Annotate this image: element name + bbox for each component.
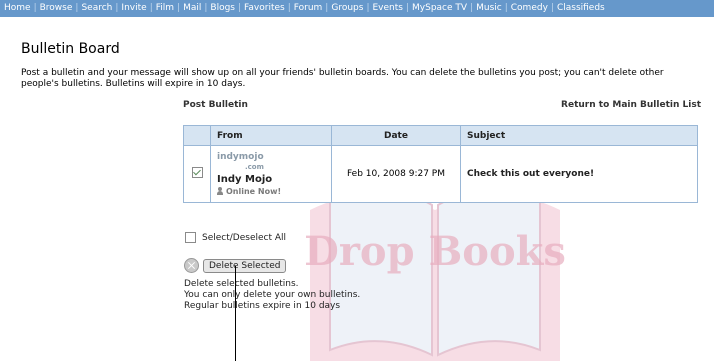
help-line-3: Regular bulletins expire in 10 days bbox=[184, 301, 341, 311]
help-line-1: Delete selected bulletins. bbox=[184, 279, 299, 289]
from-cell: indymojo .com Indy Mojo Online Now! bbox=[210, 145, 332, 203]
table-row: indymojo .com Indy Mojo Online Now! Feb … bbox=[183, 145, 698, 203]
nav-item-groups[interactable]: Groups bbox=[331, 3, 363, 13]
return-to-list-link[interactable]: Return to Main Bulletin List bbox=[561, 100, 701, 110]
sender-name[interactable]: Indy Mojo bbox=[217, 174, 325, 185]
nav-item-favorites[interactable]: Favorites bbox=[244, 3, 285, 13]
nav-item-classifieds[interactable]: Classifieds bbox=[557, 3, 605, 13]
nav-separator: | bbox=[287, 3, 291, 13]
subject-cell: Check this out everyone! bbox=[460, 145, 698, 203]
intro-text: Post a bulletin and your message will sh… bbox=[21, 68, 664, 89]
nav-separator: | bbox=[405, 3, 410, 13]
top-nav: Home | Browse | Search | Invite | Film | Mail | Blog… bbox=[0, 0, 714, 17]
delete-icon bbox=[184, 258, 199, 273]
nav-separator: | bbox=[470, 3, 474, 13]
select-all-checkbox[interactable] bbox=[185, 232, 196, 243]
nav-item-browse[interactable]: Browse bbox=[40, 3, 73, 13]
nav-item-home[interactable]: Home bbox=[4, 3, 31, 13]
header-from: From bbox=[210, 125, 332, 146]
bulletin-table: From Date Subject indymojo .com Indy Moj… bbox=[183, 125, 698, 203]
nav-item-music[interactable]: Music bbox=[476, 3, 502, 13]
nav-separator: | bbox=[238, 3, 242, 13]
sender-logo-text: indymojo bbox=[217, 152, 264, 162]
person-icon bbox=[217, 187, 223, 195]
nav-item-search[interactable]: Search bbox=[81, 3, 112, 13]
nav-item-myspace-tv[interactable]: MySpace TV bbox=[412, 3, 467, 13]
nav-separator: | bbox=[325, 3, 329, 13]
nav-separator: | bbox=[149, 3, 153, 13]
main-content: Bulletin Board Post a bulletin and your … bbox=[0, 17, 714, 361]
nav-item-invite[interactable]: Invite bbox=[121, 3, 146, 13]
header-select-cell bbox=[183, 125, 211, 146]
online-status-text: Online Now! bbox=[226, 187, 282, 196]
row-select-cell bbox=[183, 145, 211, 203]
sender-logo-suffix: .com bbox=[245, 163, 264, 171]
top-nav-links: Home | Browse | Search | Invite | Film | Mail | Blog… bbox=[0, 0, 714, 17]
nav-item-blogs[interactable]: Blogs bbox=[210, 3, 235, 13]
header-date: Date bbox=[331, 125, 461, 146]
nav-item-events[interactable]: Events bbox=[372, 3, 402, 13]
nav-separator: | bbox=[504, 3, 508, 13]
nav-item-comedy[interactable]: Comedy bbox=[511, 3, 548, 13]
sender-logo[interactable]: indymojo .com bbox=[217, 152, 325, 172]
header-subject: Subject bbox=[460, 125, 698, 146]
select-all-label: Select/Deselect All bbox=[202, 232, 287, 243]
nav-item-forum[interactable]: Forum bbox=[294, 3, 323, 13]
page-title: Bulletin Board bbox=[21, 41, 120, 57]
nav-separator: | bbox=[177, 3, 181, 13]
bulletin-subject-link[interactable]: Check this out everyone! bbox=[467, 169, 594, 179]
online-status: Online Now! bbox=[217, 187, 325, 196]
select-all-control: Select/Deselect All bbox=[185, 232, 286, 243]
nav-separator: | bbox=[33, 3, 37, 13]
post-bulletin-link[interactable]: Post Bulletin bbox=[183, 100, 248, 110]
nav-item-film[interactable]: Film bbox=[156, 3, 174, 13]
row-checkbox[interactable] bbox=[191, 167, 203, 178]
table-header-row: From Date Subject bbox=[183, 125, 698, 146]
help-line-2: You can only delete your own bulletins. bbox=[184, 290, 361, 300]
delete-help-text: Delete selected bulletins. You can only … bbox=[184, 279, 360, 312]
nav-item-mail[interactable]: Mail bbox=[183, 3, 201, 13]
nav-separator: | bbox=[550, 3, 554, 13]
date-cell: Feb 10, 2008 9:27 PM bbox=[331, 145, 461, 203]
callout-line bbox=[235, 266, 236, 361]
delete-selected-button[interactable]: Delete Selected bbox=[203, 258, 287, 273]
